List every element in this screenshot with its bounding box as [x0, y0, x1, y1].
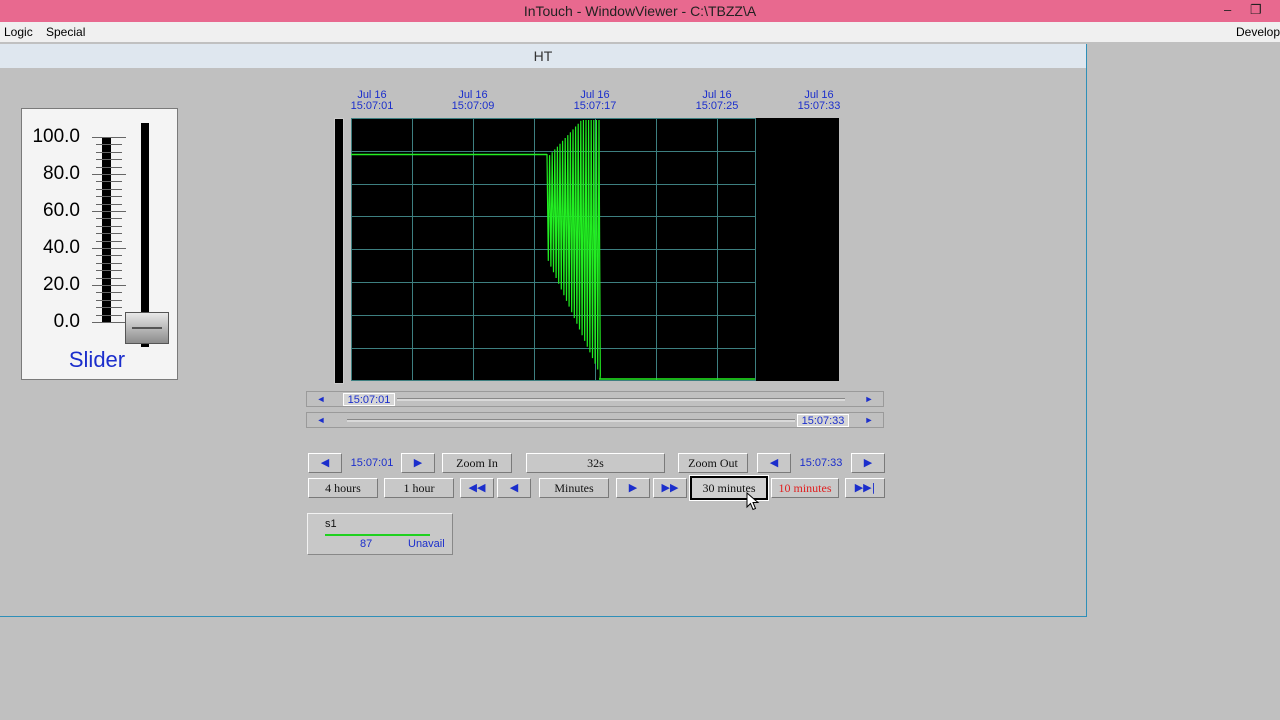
- trend-time-label: Jul 16 15:07:01: [350, 89, 394, 112]
- pen-value: 87: [360, 538, 373, 550]
- window-title: InTouch - WindowViewer - C:\TBZZ\A: [523, 3, 757, 19]
- trend-time-label: Jul 16 15:07:17: [573, 89, 617, 112]
- slider-label: Slider: [68, 347, 126, 372]
- scroll-left-arrow-icon[interactable]: ◄: [309, 415, 333, 425]
- fast-forward-button[interactable]: ▶▶: [653, 478, 687, 498]
- menu-develop[interactable]: Develop: [1236, 25, 1280, 39]
- slider-minor-tick: [96, 166, 122, 168]
- scroll-left-arrow-icon[interactable]: ◄: [309, 394, 333, 404]
- scroll-right-arrow-icon[interactable]: ►: [857, 415, 881, 425]
- slider-minor-tick: [96, 307, 122, 309]
- slider-minor-tick: [96, 255, 122, 257]
- slider-minor-tick: [96, 277, 122, 279]
- pen-status: Unavail: [408, 538, 445, 550]
- minutes-button[interactable]: Minutes: [539, 478, 609, 498]
- start-time-thumb[interactable]: 15:07:01: [343, 393, 395, 406]
- scroll-right-arrow-icon[interactable]: ►: [857, 394, 881, 404]
- trend-plot: [351, 118, 756, 381]
- end-time-value: 15:07:33: [799, 457, 843, 469]
- time-span-field[interactable]: 32s: [526, 453, 665, 473]
- pen-tag-name: s1: [325, 518, 337, 530]
- slider-minor-tick: [92, 174, 126, 175]
- menu-bar: Logic Special Develop: [0, 22, 1280, 42]
- slider-tick-label: 0.0: [53, 311, 80, 332]
- slider-minor-tick: [92, 285, 126, 286]
- start-time-back-button[interactable]: ◀: [308, 453, 342, 473]
- slider-panel: 100.0 80.0 60.0 40.0 20.0 0.0 Slider: [21, 108, 178, 380]
- end-time-forward-button[interactable]: ▶: [851, 453, 885, 473]
- slider-tick-label: 60.0: [43, 200, 80, 221]
- slider-minor-tick: [96, 299, 122, 301]
- slider-minor-tick: [96, 181, 122, 183]
- step-forward-button[interactable]: ▶: [616, 478, 650, 498]
- trend-chart[interactable]: [351, 118, 839, 381]
- menu-special[interactable]: Special: [46, 25, 85, 39]
- slider-minor-tick: [96, 225, 122, 227]
- scroll-to-end-button[interactable]: ▶▶|: [845, 478, 885, 498]
- pen-color-swatch: [325, 534, 430, 536]
- slider-tick-label: 20.0: [43, 274, 80, 295]
- scroll-track[interactable]: [347, 419, 795, 422]
- slider-minor-tick: [96, 292, 122, 294]
- step-back-button[interactable]: ◀: [497, 478, 531, 498]
- start-time-scrollbar[interactable]: ◄ 15:07:01 ►: [306, 391, 884, 407]
- menu-logic[interactable]: Logic: [4, 25, 33, 39]
- trend-time-label: Jul 16 15:07:33: [797, 89, 841, 112]
- slider-thumb[interactable]: [125, 312, 169, 344]
- slider-minor-tick: [96, 270, 122, 272]
- start-time-forward-button[interactable]: ▶: [401, 453, 435, 473]
- minimize-icon[interactable]: –: [1224, 2, 1231, 17]
- end-time-thumb[interactable]: 15:07:33: [797, 414, 849, 427]
- slider-minor-tick: [96, 233, 122, 235]
- slider-minor-tick: [96, 151, 122, 153]
- slider-minor-tick: [96, 203, 122, 205]
- ten-minutes-button[interactable]: 10 minutes: [771, 478, 839, 498]
- title-bar: InTouch - WindowViewer - C:\TBZZ\A – ❐: [0, 0, 1280, 22]
- trend-time-label: Jul 16 15:07:25: [695, 89, 739, 112]
- fast-back-button[interactable]: ◀◀: [460, 478, 494, 498]
- slider-minor-tick: [96, 314, 122, 316]
- slider-tick-label: 40.0: [43, 237, 80, 258]
- restore-icon[interactable]: ❐: [1250, 2, 1262, 18]
- slider-minor-tick: [96, 196, 122, 198]
- slider-scale-bar: [102, 137, 111, 323]
- trend-time-label: Jul 16 15:07:09: [451, 89, 495, 112]
- four-hours-button[interactable]: 4 hours: [308, 478, 378, 498]
- slider-tick-label: 80.0: [43, 163, 80, 184]
- slider-minor-tick: [92, 211, 126, 212]
- slider-minor-tick: [92, 137, 126, 138]
- slider-minor-tick: [96, 188, 122, 190]
- slider-minor-tick: [96, 218, 122, 220]
- one-hour-button[interactable]: 1 hour: [384, 478, 454, 498]
- slider-minor-tick: [92, 322, 126, 323]
- start-time-value: 15:07:01: [350, 457, 394, 469]
- slider-minor-tick: [96, 262, 122, 264]
- slider-minor-tick: [96, 159, 122, 161]
- mouse-pointer-icon: [746, 492, 760, 511]
- zoom-out-button[interactable]: Zoom Out: [678, 453, 748, 473]
- end-time-back-button[interactable]: ◀: [757, 453, 791, 473]
- pen-legend[interactable]: s1 87 Unavail: [307, 513, 453, 555]
- slider-minor-tick: [96, 144, 122, 146]
- trend-value-scale: [334, 118, 344, 384]
- slider-minor-tick: [92, 248, 126, 249]
- slider-minor-tick: [96, 240, 122, 242]
- zoom-in-button[interactable]: Zoom In: [442, 453, 512, 473]
- window-caption: HT: [0, 44, 1086, 68]
- scroll-track[interactable]: [397, 398, 845, 401]
- slider-tick-label: 100.0: [32, 126, 80, 147]
- end-time-scrollbar[interactable]: ◄ 15:07:33 ►: [306, 412, 884, 428]
